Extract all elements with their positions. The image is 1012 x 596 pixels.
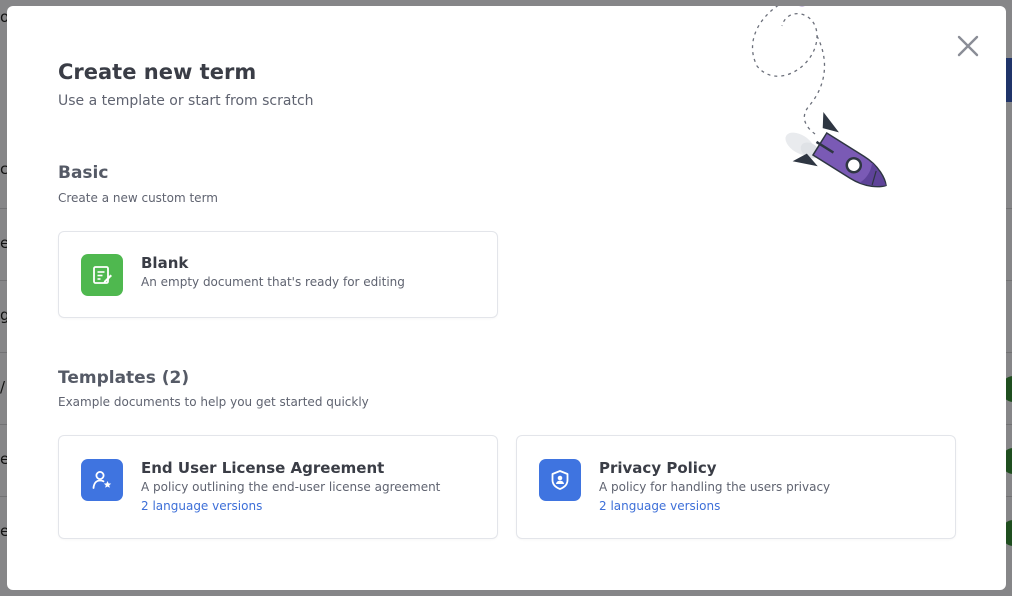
card-title: Privacy Policy bbox=[599, 459, 717, 477]
modal-title: Create new term bbox=[58, 60, 257, 84]
shield-user-icon bbox=[539, 459, 581, 501]
basic-section-title: Basic bbox=[58, 163, 109, 183]
templates-section-title: Templates (2) bbox=[58, 368, 190, 388]
card-title: Blank bbox=[141, 254, 189, 272]
card-description: A policy for handling the users privacy bbox=[599, 480, 831, 494]
card-title: End User License Agreement bbox=[141, 459, 385, 477]
card-description: A policy outlining the end-user license … bbox=[141, 480, 441, 494]
modal-subtitle: Use a template or start from scratch bbox=[58, 93, 314, 109]
create-term-modal: Create new term Use a template or start … bbox=[7, 6, 1006, 590]
edit-document-icon bbox=[81, 254, 123, 296]
rocket-illustration bbox=[751, 6, 887, 188]
basic-section-description: Create a new custom term bbox=[58, 191, 218, 205]
card-description: An empty document that's ready for editi… bbox=[141, 275, 405, 289]
close-icon bbox=[957, 35, 979, 57]
template-card-eula[interactable]: End User License Agreement A policy outl… bbox=[58, 435, 498, 539]
template-card-privacy-policy[interactable]: Privacy Policy A policy for handling the… bbox=[516, 435, 956, 539]
language-versions-link[interactable]: 2 language versions bbox=[599, 499, 720, 513]
blank-card[interactable]: Blank An empty document that's ready for… bbox=[58, 231, 498, 318]
user-badge-icon bbox=[81, 459, 123, 501]
templates-section-description: Example documents to help you get starte… bbox=[58, 395, 369, 409]
close-button[interactable] bbox=[952, 30, 984, 62]
language-versions-link[interactable]: 2 language versions bbox=[141, 499, 262, 513]
